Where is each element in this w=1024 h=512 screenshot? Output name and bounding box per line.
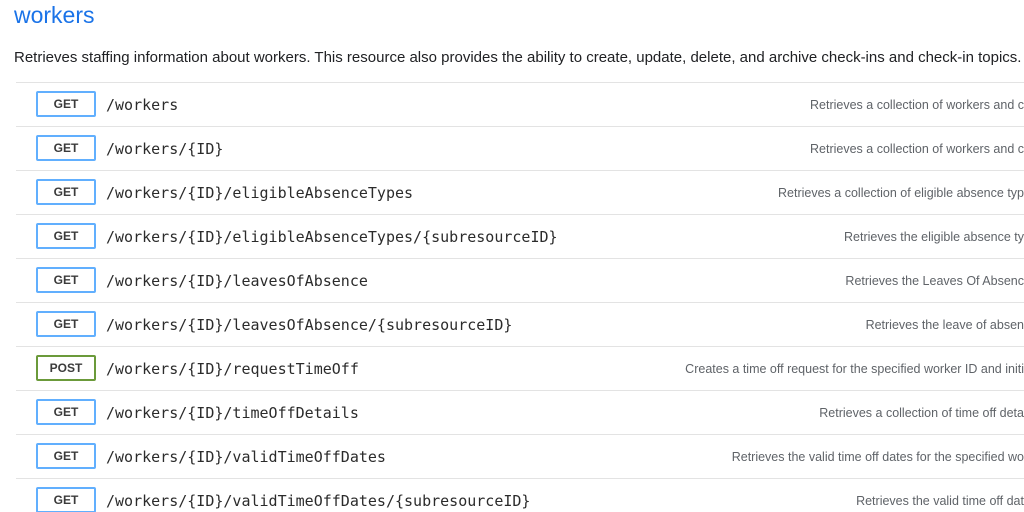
endpoint-path[interactable]: /workers/{ID}/eligibleAbsenceTypes/{subr… bbox=[106, 226, 558, 248]
endpoint-summary: Retrieves the valid time off dates for t… bbox=[731, 450, 1024, 464]
endpoint-summary: Retrieves the valid time off dat bbox=[856, 494, 1024, 508]
endpoint-summary: Retrieves a collection of eligible absen… bbox=[778, 186, 1024, 200]
endpoint-path[interactable]: /workers bbox=[106, 94, 178, 116]
method-badge-get[interactable]: GET bbox=[36, 223, 96, 249]
method-badge-get[interactable]: GET bbox=[36, 399, 96, 425]
endpoint-row-workers-id[interactable]: GET /workers/{ID} Retrieves a collection… bbox=[16, 126, 1024, 170]
endpoint-row-eligible-absence-type-detail[interactable]: GET /workers/{ID}/eligibleAbsenceTypes/{… bbox=[16, 214, 1024, 258]
endpoint-path[interactable]: /workers/{ID}/timeOffDetails bbox=[106, 402, 359, 424]
endpoint-row-request-time-off[interactable]: POST /workers/{ID}/requestTimeOff Create… bbox=[16, 346, 1024, 390]
endpoint-summary: Creates a time off request for the speci… bbox=[685, 362, 1024, 376]
endpoint-path[interactable]: /workers/{ID}/validTimeOffDates bbox=[106, 446, 386, 468]
api-reference-page: workers Retrieves staffing information a… bbox=[0, 0, 1024, 512]
endpoint-path[interactable]: /workers/{ID}/eligibleAbsenceTypes bbox=[106, 182, 413, 204]
method-badge-get[interactable]: GET bbox=[36, 443, 96, 469]
endpoint-path[interactable]: /workers/{ID}/requestTimeOff bbox=[106, 358, 359, 380]
endpoint-row-leaves-of-absence[interactable]: GET /workers/{ID}/leavesOfAbsence Retrie… bbox=[16, 258, 1024, 302]
resource-description: Retrieves staffing information about wor… bbox=[14, 49, 1022, 66]
endpoint-row-time-off-details[interactable]: GET /workers/{ID}/timeOffDetails Retriev… bbox=[16, 390, 1024, 434]
endpoint-summary: Retrieves a collection of workers and c bbox=[810, 142, 1024, 156]
endpoint-path[interactable]: /workers/{ID}/leavesOfAbsence bbox=[106, 270, 368, 292]
endpoint-summary: Retrieves a collection of time off deta bbox=[819, 406, 1024, 420]
endpoint-summary: Retrieves the Leaves Of Absenc bbox=[845, 274, 1024, 288]
method-badge-get[interactable]: GET bbox=[36, 135, 96, 161]
endpoint-row-workers[interactable]: GET /workers Retrieves a collection of w… bbox=[16, 82, 1024, 126]
endpoint-row-eligible-absence-types[interactable]: GET /workers/{ID}/eligibleAbsenceTypes R… bbox=[16, 170, 1024, 214]
endpoint-row-leave-of-absence-detail[interactable]: GET /workers/{ID}/leavesOfAbsence/{subre… bbox=[16, 302, 1024, 346]
method-badge-get[interactable]: GET bbox=[36, 179, 96, 205]
method-badge-get[interactable]: GET bbox=[36, 91, 96, 117]
endpoint-summary: Retrieves the eligible absence ty bbox=[844, 230, 1024, 244]
endpoint-path[interactable]: /workers/{ID} bbox=[106, 138, 223, 160]
endpoint-path[interactable]: /workers/{ID}/leavesOfAbsence/{subresour… bbox=[106, 314, 512, 336]
endpoint-row-valid-time-off-dates[interactable]: GET /workers/{ID}/validTimeOffDates Retr… bbox=[16, 434, 1024, 478]
endpoint-summary: Retrieves the leave of absen bbox=[865, 318, 1024, 332]
resource-title[interactable]: workers bbox=[14, 0, 95, 30]
endpoint-path[interactable]: /workers/{ID}/validTimeOffDates/{subreso… bbox=[106, 490, 530, 512]
endpoint-list: GET /workers Retrieves a collection of w… bbox=[16, 82, 1024, 512]
method-badge-post[interactable]: POST bbox=[36, 355, 96, 381]
endpoint-summary: Retrieves a collection of workers and c bbox=[810, 98, 1024, 112]
method-badge-get[interactable]: GET bbox=[36, 487, 96, 512]
method-badge-get[interactable]: GET bbox=[36, 311, 96, 337]
endpoint-row-valid-time-off-date-detail[interactable]: GET /workers/{ID}/validTimeOffDates/{sub… bbox=[16, 478, 1024, 512]
method-badge-get[interactable]: GET bbox=[36, 267, 96, 293]
